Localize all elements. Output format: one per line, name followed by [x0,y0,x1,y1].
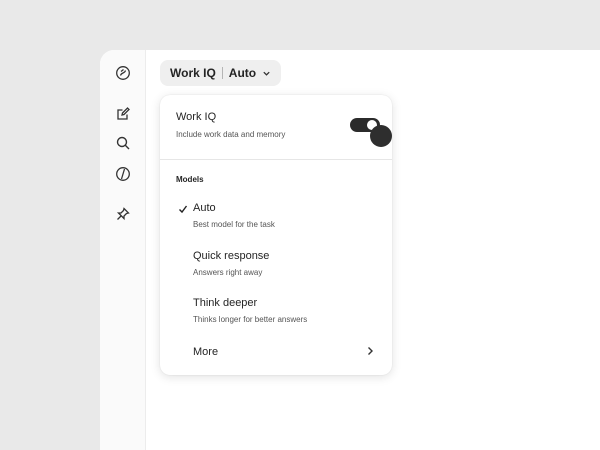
app-window: Work IQ Auto Work IQ Include work data a… [100,50,600,450]
model-option-auto[interactable]: Auto Best model for the task [160,199,392,239]
model-name: Think deeper [193,297,258,309]
model-dropdown-menu: Work IQ Include work data and memory Mod… [160,95,392,375]
chevron-down-icon [263,71,270,76]
chip-separator [221,67,223,79]
chevron-right-icon [368,347,373,355]
models-section-label: Models [176,175,204,184]
more-label: More [193,346,219,358]
work-iq-chip-label: Work IQ [170,66,216,80]
work-iq-option[interactable]: Work IQ Include work data and memory [160,95,392,153]
model-option-quick-response[interactable]: Quick response Answers right away [160,247,392,287]
model-description: Best model for the task [193,220,275,229]
pointer-cursor-indicator [370,125,392,147]
model-option-think-deeper[interactable]: Think deeper Thinks longer for better an… [160,294,392,334]
model-name: Quick response [193,250,270,262]
pin-icon[interactable] [112,203,134,225]
more-models-item[interactable]: More [160,339,392,365]
checkmark-icon [179,205,188,214]
mode-chip-label: Auto [228,66,257,80]
work-iq-description: Include work data and memory [176,130,286,139]
menu-divider [160,159,392,160]
model-name: Auto [193,202,216,214]
copilot-logo-icon[interactable] [112,62,134,84]
model-description: Thinks longer for better answers [193,315,308,324]
new-chat-icon[interactable] [112,103,134,125]
left-rail [100,50,146,450]
model-mode-selector[interactable]: Work IQ Auto [160,60,282,86]
work-iq-title: Work IQ [176,111,217,123]
copilot-icon[interactable] [112,163,134,185]
model-description: Answers right away [193,268,263,277]
search-icon[interactable] [112,132,134,154]
